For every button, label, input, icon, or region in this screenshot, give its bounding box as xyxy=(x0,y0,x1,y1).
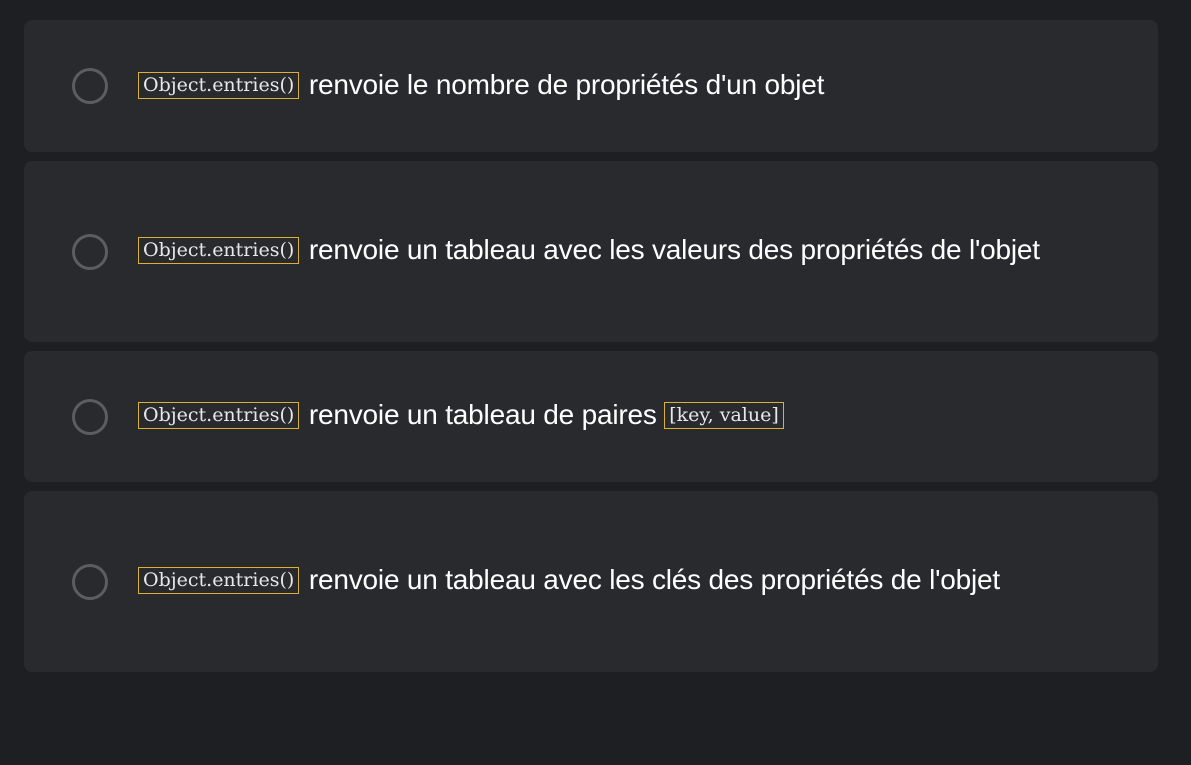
answer-option-label: Object.entries() renvoie un tableau avec… xyxy=(138,557,1000,606)
inline-code: Object.entries() xyxy=(138,567,300,594)
answer-text: renvoie le nombre de propriétés d'un obj… xyxy=(308,68,825,100)
inline-code: [key, value] xyxy=(664,402,784,429)
answer-option-4[interactable]: Object.entries() renvoie un tableau avec… xyxy=(24,491,1158,672)
answer-option-label: Object.entries() renvoie un tableau avec… xyxy=(138,227,1040,276)
answer-option-label: Object.entries() renvoie le nombre de pr… xyxy=(138,62,824,111)
answer-text: renvoie un tableau avec les valeurs des … xyxy=(308,234,1040,265)
inline-code: Object.entries() xyxy=(138,71,300,99)
inline-code: Object.entries() xyxy=(138,402,300,429)
radio-button[interactable] xyxy=(72,233,108,270)
answer-text: renvoie un tableau avec les clés des pro… xyxy=(308,564,1000,595)
answer-option-label: Object.entries() renvoie un tableau de p… xyxy=(138,392,786,441)
answer-option-3[interactable]: Object.entries() renvoie un tableau de p… xyxy=(24,351,1158,482)
quiz-options-list: Object.entries() renvoie le nombre de pr… xyxy=(24,20,1158,681)
radio-button[interactable] xyxy=(72,563,108,600)
answer-text: renvoie un tableau de paires xyxy=(308,399,657,430)
radio-button[interactable] xyxy=(72,398,108,435)
radio-button[interactable] xyxy=(72,68,108,104)
inline-code: Object.entries() xyxy=(138,237,300,264)
answer-option-1[interactable]: Object.entries() renvoie le nombre de pr… xyxy=(24,20,1158,152)
answer-option-2[interactable]: Object.entries() renvoie un tableau avec… xyxy=(24,161,1158,342)
